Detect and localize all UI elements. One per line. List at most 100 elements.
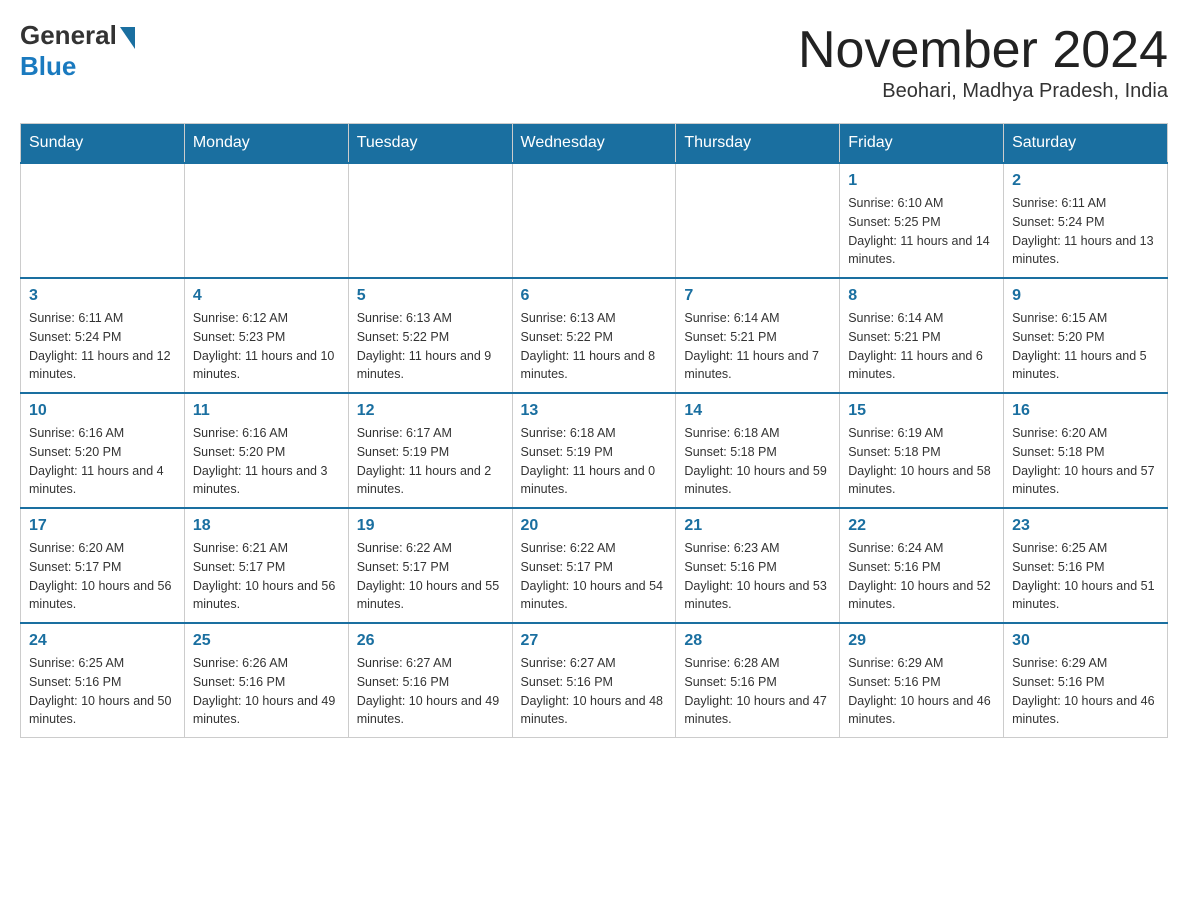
weekday-header-saturday: Saturday bbox=[1004, 124, 1168, 164]
calendar-cell: 11 Sunrise: 6:16 AMSunset: 5:20 PMDayligh… bbox=[184, 393, 348, 508]
day-info: Sunrise: 6:12 AMSunset: 5:23 PMDaylight:… bbox=[193, 309, 340, 384]
day-number: 4 bbox=[193, 287, 340, 305]
day-number: 21 bbox=[684, 517, 831, 535]
day-number: 6 bbox=[521, 287, 668, 305]
day-info: Sunrise: 6:23 AMSunset: 5:16 PMDaylight:… bbox=[684, 539, 831, 614]
day-info: Sunrise: 6:18 AMSunset: 5:19 PMDaylight:… bbox=[521, 424, 668, 499]
title-section: November 2024 Beohari, Madhya Pradesh, I… bbox=[798, 20, 1168, 103]
calendar-cell bbox=[21, 163, 185, 278]
day-number: 7 bbox=[684, 287, 831, 305]
calendar-cell: 20Sunrise: 6:22 AMSunset: 5:17 PMDayligh… bbox=[512, 508, 676, 623]
day-info: Sunrise: 6:16 AMSunset: 5:20 PMDaylight:… bbox=[193, 424, 340, 499]
day-number: 19 bbox=[357, 517, 504, 535]
calendar-cell: 14 Sunrise: 6:18 AMSunset: 5:18 PMDayligh… bbox=[676, 393, 840, 508]
day-number: 10 bbox=[29, 402, 176, 420]
calendar-week-row: 24 Sunrise: 6:25 AMSunset: 5:16 PMDayligh… bbox=[21, 623, 1168, 738]
calendar-cell: 13 Sunrise: 6:18 AMSunset: 5:19 PMDayligh… bbox=[512, 393, 676, 508]
day-number: 24 bbox=[29, 632, 176, 650]
day-info: Sunrise: 6:24 AMSunset: 5:16 PMDaylight:… bbox=[848, 539, 995, 614]
calendar-cell: 5 Sunrise: 6:13 AMSunset: 5:22 PMDaylight… bbox=[348, 278, 512, 393]
day-info: Sunrise: 6:17 AMSunset: 5:19 PMDaylight:… bbox=[357, 424, 504, 499]
logo: General Blue bbox=[20, 20, 135, 82]
calendar-cell: 21 Sunrise: 6:23 AMSunset: 5:16 PMDayligh… bbox=[676, 508, 840, 623]
calendar-week-row: 10 Sunrise: 6:16 AMSunset: 5:20 PMDayligh… bbox=[21, 393, 1168, 508]
calendar-cell: 22 Sunrise: 6:24 AMSunset: 5:16 PMDayligh… bbox=[840, 508, 1004, 623]
calendar-cell: 1 Sunrise: 6:10 AMSunset: 5:25 PMDaylight… bbox=[840, 163, 1004, 278]
calendar-cell: 27 Sunrise: 6:27 AMSunset: 5:16 PMDayligh… bbox=[512, 623, 676, 738]
logo-general-text: General bbox=[20, 20, 117, 51]
calendar-cell bbox=[676, 163, 840, 278]
calendar-cell: 8 Sunrise: 6:14 AMSunset: 5:21 PMDaylight… bbox=[840, 278, 1004, 393]
day-number: 2 bbox=[1012, 172, 1159, 190]
calendar-week-row: 1 Sunrise: 6:10 AMSunset: 5:25 PMDaylight… bbox=[21, 163, 1168, 278]
calendar-cell: 6 Sunrise: 6:13 AMSunset: 5:22 PMDaylight… bbox=[512, 278, 676, 393]
calendar-cell: 24 Sunrise: 6:25 AMSunset: 5:16 PMDayligh… bbox=[21, 623, 185, 738]
weekday-header-monday: Monday bbox=[184, 124, 348, 164]
calendar-cell bbox=[512, 163, 676, 278]
calendar-week-row: 17Sunrise: 6:20 AMSunset: 5:17 PMDayligh… bbox=[21, 508, 1168, 623]
calendar-cell: 15 Sunrise: 6:19 AMSunset: 5:18 PMDayligh… bbox=[840, 393, 1004, 508]
day-number: 12 bbox=[357, 402, 504, 420]
day-info: Sunrise: 6:18 AMSunset: 5:18 PMDaylight:… bbox=[684, 424, 831, 499]
day-info: Sunrise: 6:27 AMSunset: 5:16 PMDaylight:… bbox=[357, 654, 504, 729]
day-number: 27 bbox=[521, 632, 668, 650]
calendar-cell: 9Sunrise: 6:15 AMSunset: 5:20 PMDaylight… bbox=[1004, 278, 1168, 393]
day-number: 11 bbox=[193, 402, 340, 420]
calendar-table: SundayMondayTuesdayWednesdayThursdayFrid… bbox=[20, 123, 1168, 738]
calendar-cell: 10 Sunrise: 6:16 AMSunset: 5:20 PMDayligh… bbox=[21, 393, 185, 508]
day-info: Sunrise: 6:29 AMSunset: 5:16 PMDaylight:… bbox=[1012, 654, 1159, 729]
calendar-cell: 23 Sunrise: 6:25 AMSunset: 5:16 PMDayligh… bbox=[1004, 508, 1168, 623]
calendar-cell: 29 Sunrise: 6:29 AMSunset: 5:16 PMDayligh… bbox=[840, 623, 1004, 738]
day-number: 5 bbox=[357, 287, 504, 305]
logo-blue-text: Blue bbox=[20, 51, 76, 82]
weekday-header-thursday: Thursday bbox=[676, 124, 840, 164]
day-info: Sunrise: 6:19 AMSunset: 5:18 PMDaylight:… bbox=[848, 424, 995, 499]
weekday-header-wednesday: Wednesday bbox=[512, 124, 676, 164]
day-info: Sunrise: 6:25 AMSunset: 5:16 PMDaylight:… bbox=[1012, 539, 1159, 614]
calendar-cell: 18Sunrise: 6:21 AMSunset: 5:17 PMDayligh… bbox=[184, 508, 348, 623]
day-number: 15 bbox=[848, 402, 995, 420]
day-number: 16 bbox=[1012, 402, 1159, 420]
calendar-cell: 4 Sunrise: 6:12 AMSunset: 5:23 PMDaylight… bbox=[184, 278, 348, 393]
calendar-cell bbox=[184, 163, 348, 278]
calendar-header-row: SundayMondayTuesdayWednesdayThursdayFrid… bbox=[21, 124, 1168, 164]
day-number: 22 bbox=[848, 517, 995, 535]
calendar-cell: 3 Sunrise: 6:11 AMSunset: 5:24 PMDaylight… bbox=[21, 278, 185, 393]
day-number: 20 bbox=[521, 517, 668, 535]
day-number: 25 bbox=[193, 632, 340, 650]
day-number: 1 bbox=[848, 172, 995, 190]
calendar-cell: 26 Sunrise: 6:27 AMSunset: 5:16 PMDayligh… bbox=[348, 623, 512, 738]
day-number: 13 bbox=[521, 402, 668, 420]
day-number: 23 bbox=[1012, 517, 1159, 535]
day-info: Sunrise: 6:10 AMSunset: 5:25 PMDaylight:… bbox=[848, 194, 995, 269]
calendar-cell: 7Sunrise: 6:14 AMSunset: 5:21 PMDaylight… bbox=[676, 278, 840, 393]
day-info: Sunrise: 6:11 AMSunset: 5:24 PMDaylight:… bbox=[29, 309, 176, 384]
day-number: 14 bbox=[684, 402, 831, 420]
calendar-cell: 28Sunrise: 6:28 AMSunset: 5:16 PMDayligh… bbox=[676, 623, 840, 738]
day-number: 26 bbox=[357, 632, 504, 650]
day-info: Sunrise: 6:16 AMSunset: 5:20 PMDaylight:… bbox=[29, 424, 176, 499]
day-info: Sunrise: 6:13 AMSunset: 5:22 PMDaylight:… bbox=[357, 309, 504, 384]
location-subtitle: Beohari, Madhya Pradesh, India bbox=[798, 80, 1168, 103]
day-info: Sunrise: 6:28 AMSunset: 5:16 PMDaylight:… bbox=[684, 654, 831, 729]
day-info: Sunrise: 6:13 AMSunset: 5:22 PMDaylight:… bbox=[521, 309, 668, 384]
day-info: Sunrise: 6:27 AMSunset: 5:16 PMDaylight:… bbox=[521, 654, 668, 729]
calendar-cell bbox=[348, 163, 512, 278]
day-info: Sunrise: 6:20 AMSunset: 5:18 PMDaylight:… bbox=[1012, 424, 1159, 499]
day-info: Sunrise: 6:11 AMSunset: 5:24 PMDaylight:… bbox=[1012, 194, 1159, 269]
calendar-cell: 19Sunrise: 6:22 AMSunset: 5:17 PMDayligh… bbox=[348, 508, 512, 623]
day-number: 3 bbox=[29, 287, 176, 305]
calendar-week-row: 3 Sunrise: 6:11 AMSunset: 5:24 PMDaylight… bbox=[21, 278, 1168, 393]
calendar-cell: 16 Sunrise: 6:20 AMSunset: 5:18 PMDayligh… bbox=[1004, 393, 1168, 508]
day-number: 8 bbox=[848, 287, 995, 305]
day-number: 18 bbox=[193, 517, 340, 535]
calendar-cell: 25Sunrise: 6:26 AMSunset: 5:16 PMDayligh… bbox=[184, 623, 348, 738]
weekday-header-sunday: Sunday bbox=[21, 124, 185, 164]
day-info: Sunrise: 6:25 AMSunset: 5:16 PMDaylight:… bbox=[29, 654, 176, 729]
day-info: Sunrise: 6:29 AMSunset: 5:16 PMDaylight:… bbox=[848, 654, 995, 729]
calendar-cell: 17Sunrise: 6:20 AMSunset: 5:17 PMDayligh… bbox=[21, 508, 185, 623]
weekday-header-tuesday: Tuesday bbox=[348, 124, 512, 164]
calendar-cell: 2 Sunrise: 6:11 AMSunset: 5:24 PMDaylight… bbox=[1004, 163, 1168, 278]
day-number: 29 bbox=[848, 632, 995, 650]
day-info: Sunrise: 6:14 AMSunset: 5:21 PMDaylight:… bbox=[848, 309, 995, 384]
